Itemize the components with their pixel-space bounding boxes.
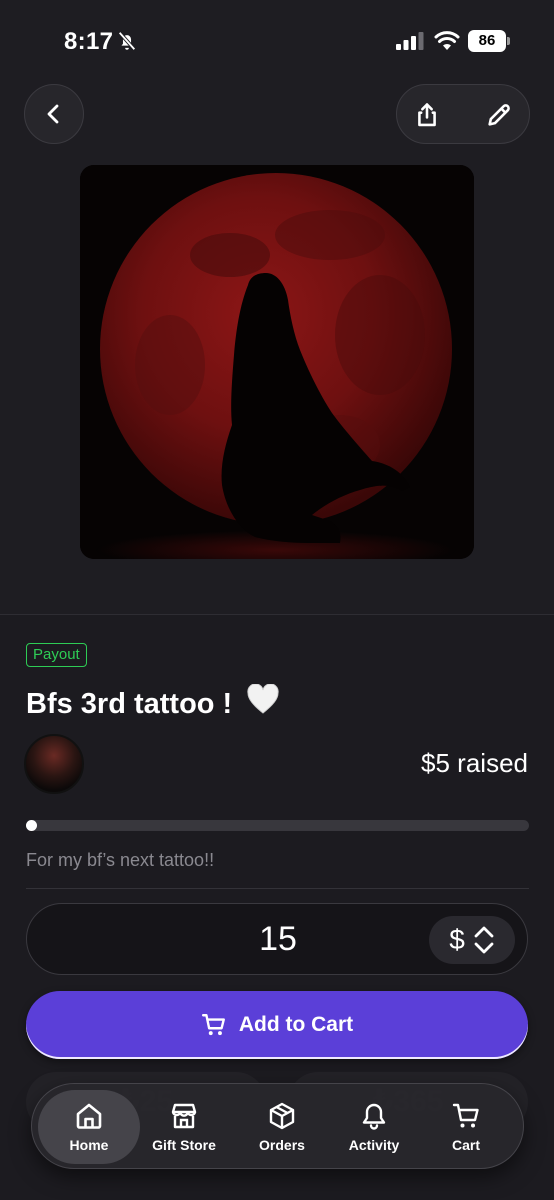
battery-indicator: 86: [468, 30, 510, 52]
tab-cart[interactable]: Cart: [428, 1084, 504, 1170]
bell-icon: [362, 1103, 386, 1130]
raised-amount: $5 raised: [421, 748, 528, 778]
add-to-cart-button[interactable]: Add to Cart: [26, 991, 528, 1059]
fund-title-text: Bfs 3rd tattoo !: [26, 688, 233, 720]
home-icon: [76, 1103, 102, 1129]
box-icon: [269, 1102, 295, 1130]
edit-button[interactable]: [483, 99, 515, 131]
funding-progress-bar: [26, 820, 529, 831]
currency-symbol: $: [449, 924, 465, 955]
cart-icon: [452, 1103, 479, 1128]
tab-home-label: Home: [69, 1137, 109, 1153]
tab-cart-label: Cart: [451, 1137, 480, 1153]
funding-progress-fill: [26, 820, 37, 831]
fund-cover-image: [80, 165, 474, 559]
tab-home[interactable]: Home: [38, 1090, 140, 1164]
tab-activity-label: Activity: [348, 1137, 400, 1153]
store-icon: [171, 1103, 197, 1129]
status-time: 8:17: [64, 28, 114, 55]
bottom-tab-bar: Home Gift Store Orders Activity Cart: [31, 1083, 524, 1169]
divider: [26, 888, 529, 889]
battery-level: 86: [468, 30, 506, 52]
tab-gift-store[interactable]: Gift Store: [144, 1084, 224, 1170]
creator-avatar[interactable]: [24, 734, 84, 794]
header-actions: [396, 84, 530, 144]
tab-orders-label: Orders: [259, 1137, 305, 1153]
tab-gift-store-label: Gift Store: [152, 1137, 216, 1153]
chevron-up-down-icon: [474, 926, 494, 954]
back-button[interactable]: [24, 84, 84, 144]
bell-muted-icon: [118, 31, 136, 51]
fund-title: Bfs 3rd tattoo !: [26, 684, 280, 721]
white-heart-icon: [247, 684, 279, 714]
cart-icon: [201, 1014, 225, 1036]
fund-description: For my bf’s next tattoo!!: [26, 850, 215, 870]
wifi-icon: [434, 31, 460, 50]
tab-orders[interactable]: Orders: [242, 1084, 322, 1170]
tab-activity[interactable]: Activity: [334, 1084, 414, 1170]
amount-input[interactable]: 15 $: [26, 903, 528, 975]
add-to-cart-label: Add to Cart: [238, 1013, 354, 1036]
chevron-left-icon: [47, 104, 59, 124]
share-button[interactable]: [411, 99, 443, 131]
share-icon: [418, 103, 436, 127]
currency-selector[interactable]: $: [429, 916, 515, 964]
pencil-icon: [488, 104, 510, 126]
payout-badge: Payout: [26, 643, 87, 667]
signal-icon: [396, 32, 424, 50]
